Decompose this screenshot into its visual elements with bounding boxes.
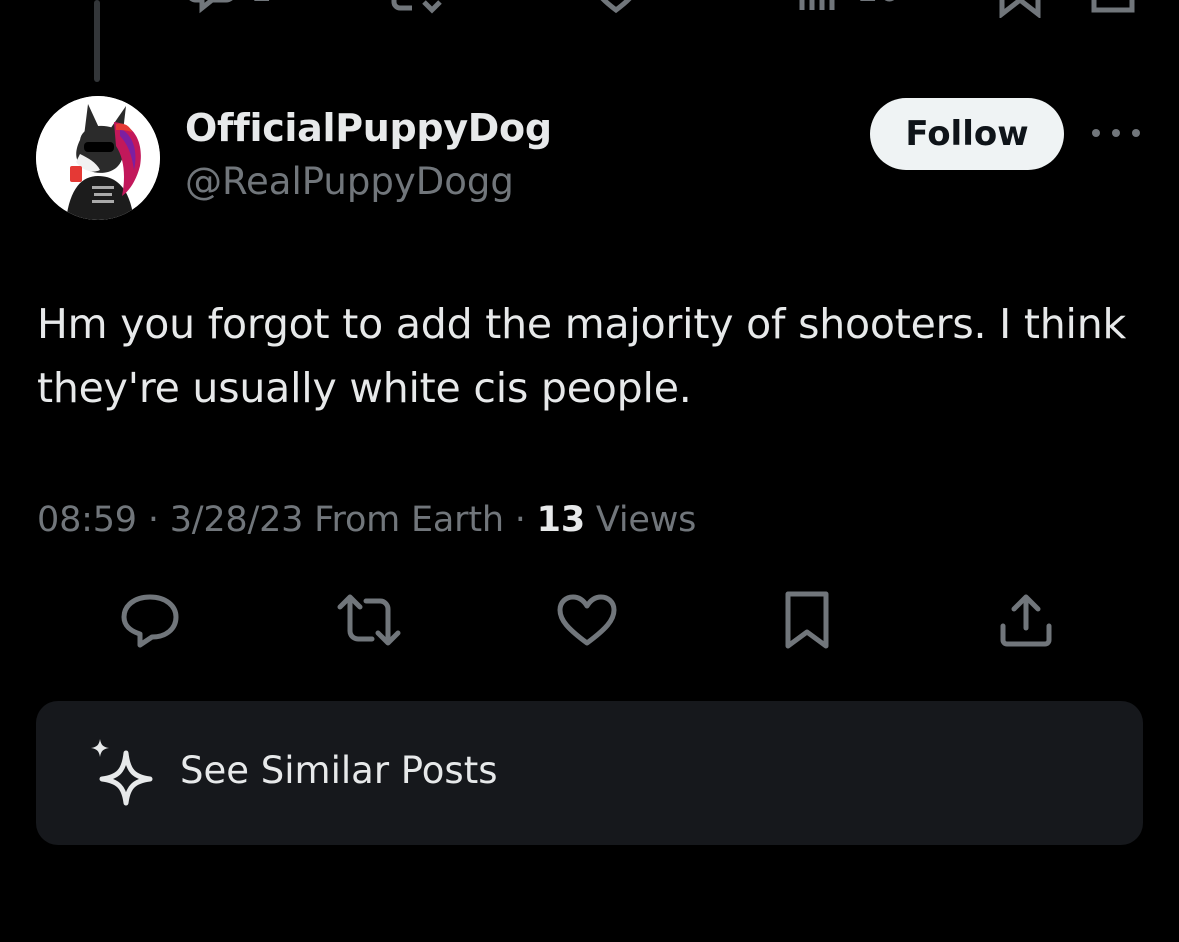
see-similar-posts-label: See Similar Posts (180, 749, 498, 792)
share-icon[interactable] (1090, 0, 1136, 20)
post-text: Hm you forgot to add the majority of sho… (37, 300, 1127, 412)
author-handle[interactable]: @RealPuppyDogg (185, 160, 514, 203)
post-metadata: 08:59 · 3/28/23 From Earth · 13 Views (37, 500, 696, 540)
repost-icon[interactable] (388, 0, 442, 18)
see-similar-posts-button[interactable]: See Similar Posts (36, 701, 1143, 845)
more-dot-icon (1112, 129, 1120, 137)
bookmark-icon[interactable] (998, 0, 1042, 22)
author-display-name[interactable]: OfficialPuppyDog (185, 106, 552, 150)
post-date[interactable]: 3/28/23 (170, 500, 304, 540)
reply-icon (120, 592, 180, 652)
sparkle-icon (88, 737, 154, 811)
like-icon[interactable] (590, 0, 642, 18)
views-label[interactable]: Views (596, 500, 696, 540)
reply-icon[interactable] (186, 0, 238, 18)
meta-separator: · (514, 500, 526, 540)
like-button[interactable] (555, 590, 619, 654)
avatar-image (36, 96, 160, 220)
share-button[interactable] (994, 590, 1058, 654)
previous-views-count: 10 (856, 0, 901, 10)
more-dot-icon (1132, 129, 1140, 137)
more-dot-icon (1092, 129, 1100, 137)
bookmark-button[interactable] (775, 590, 839, 654)
more-options-button[interactable] (1092, 118, 1140, 148)
views-icon[interactable] (796, 0, 836, 18)
post-source: From Earth (314, 500, 504, 540)
repost-button[interactable] (337, 590, 401, 654)
like-icon (556, 593, 618, 651)
reply-button[interactable] (118, 590, 182, 654)
views-count[interactable]: 13 (537, 500, 586, 540)
previous-reply-count: 1 (250, 0, 272, 10)
follow-button[interactable]: Follow (870, 98, 1064, 170)
bookmark-icon (783, 590, 831, 654)
post-time[interactable]: 08:59 (37, 500, 137, 540)
repost-icon (336, 593, 402, 651)
share-icon (998, 592, 1054, 652)
meta-separator: · (147, 500, 159, 540)
avatar[interactable] (36, 96, 160, 220)
thread-connector-line (94, 0, 100, 82)
